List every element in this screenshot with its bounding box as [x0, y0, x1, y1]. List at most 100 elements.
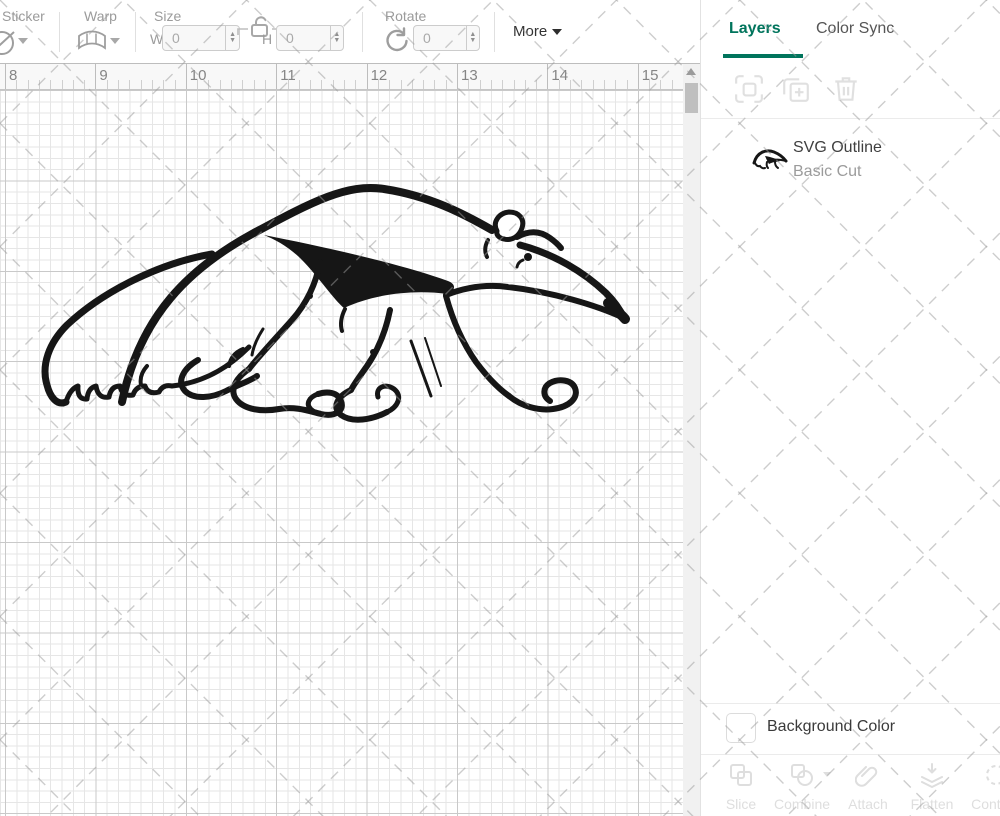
height-stepper[interactable]: ▲▼	[330, 26, 343, 50]
ruler-minor-tick	[175, 80, 176, 89]
duplicate-icon[interactable]	[781, 74, 811, 104]
attach-button[interactable]: Attach	[833, 762, 903, 812]
ruler: 89101112131415	[0, 64, 683, 90]
scroll-up-arrow-icon[interactable]	[686, 68, 696, 75]
slice-button[interactable]: Slice	[706, 762, 776, 812]
ruler-minor-tick	[344, 80, 345, 89]
tab-layers[interactable]: Layers	[729, 20, 781, 38]
combine-dropdown-caret[interactable]	[823, 772, 831, 777]
flatten-label: Flatten	[897, 796, 967, 812]
ruler-minor-tick	[231, 80, 232, 89]
ruler-minor-tick	[514, 80, 515, 89]
toolbar-divider	[362, 12, 363, 52]
layer-tools-row	[701, 74, 1000, 108]
ruler-minor-tick	[525, 80, 526, 89]
rotate-stepper[interactable]: ▲▼	[466, 26, 479, 50]
warp-banner-icon[interactable]	[77, 29, 107, 53]
scrollbar-thumb[interactable]	[685, 83, 698, 113]
vertical-scrollbar[interactable]	[683, 64, 700, 816]
ruler-minor-tick	[480, 80, 481, 89]
ruler-minor-tick	[570, 80, 571, 89]
ruler-minor-tick	[163, 80, 164, 89]
ruler-minor-tick	[333, 80, 334, 89]
ruler-inch-tick	[457, 64, 458, 90]
background-color-swatch[interactable]	[726, 713, 756, 743]
contour-button[interactable]: Contour	[961, 762, 1000, 812]
layer-item[interactable]: SVG Outline Basic Cut	[701, 130, 1000, 188]
ruler-minor-tick	[536, 80, 537, 89]
slice-label: Slice	[706, 796, 776, 812]
ruler-minor-tick	[50, 80, 51, 89]
panel-divider	[701, 118, 1000, 119]
layer-title: SVG Outline	[793, 139, 882, 157]
ruler-inch-tick	[547, 64, 548, 90]
ruler-inch-tick	[638, 64, 639, 90]
ruler-inch-tick	[186, 64, 187, 90]
anteater-artwork[interactable]	[0, 90, 683, 816]
ruler-minor-tick	[491, 80, 492, 89]
sticker-dropdown-caret[interactable]	[18, 38, 28, 44]
layer-cut-type: Basic Cut	[793, 163, 861, 181]
ruler-minor-tick	[220, 80, 221, 89]
ruler-minor-tick	[299, 80, 300, 89]
ruler-minor-tick	[593, 80, 594, 89]
edit-toolbar: Sticker Warp Size W ▲▼	[0, 0, 700, 64]
ruler-minor-tick	[672, 80, 673, 89]
design-canvas[interactable]	[0, 90, 683, 816]
width-input-group: ▲▼	[162, 25, 240, 51]
attach-label: Attach	[833, 796, 903, 812]
height-input[interactable]	[277, 26, 330, 50]
ruler-inch-tick	[276, 64, 277, 90]
ruler-minor-tick	[118, 80, 119, 89]
ruler-number: 14	[551, 67, 568, 84]
contour-label: Contour	[961, 796, 1000, 812]
ruler-minor-tick	[446, 80, 447, 89]
group-icon[interactable]	[734, 74, 764, 104]
ruler-number: 11	[280, 67, 296, 84]
ruler-minor-tick	[401, 80, 402, 89]
ruler-minor-tick	[321, 80, 322, 89]
width-input[interactable]	[163, 26, 225, 50]
combine-button[interactable]: Combine	[767, 762, 837, 812]
slice-icon	[728, 762, 754, 788]
height-label: H	[262, 31, 272, 47]
ruler-number: 13	[461, 67, 478, 84]
ruler-minor-tick	[129, 80, 130, 89]
attach-icon	[855, 762, 881, 788]
ruler-minor-tick	[660, 80, 661, 89]
ruler-minor-tick	[604, 80, 605, 89]
toolbar-divider	[59, 12, 60, 52]
canvas-column: Sticker Warp Size W ▲▼	[0, 0, 700, 816]
ruler-minor-tick	[615, 80, 616, 89]
warp-dropdown-caret[interactable]	[110, 38, 120, 44]
layer-thumbnail-anteater	[751, 146, 789, 172]
rotate-arrow-icon[interactable]	[383, 27, 409, 53]
size-section-label: Size	[154, 8, 181, 24]
tab-color-sync[interactable]: Color Sync	[816, 20, 894, 38]
design-app-window: Sticker Warp Size W ▲▼	[0, 0, 1000, 816]
ruler-minor-tick	[627, 80, 628, 89]
toolbar-divider	[494, 12, 495, 52]
ruler-number: 8	[9, 67, 17, 84]
rotate-input[interactable]	[414, 26, 466, 50]
rotate-section-label: Rotate	[385, 8, 426, 24]
rotate-input-group: ▲▼	[413, 25, 480, 51]
ruler-minor-tick	[355, 80, 356, 89]
ruler-minor-tick	[310, 80, 311, 89]
flatten-button[interactable]: Flatten	[897, 762, 967, 812]
ruler-number: 12	[371, 67, 388, 84]
ruler-minor-tick	[62, 80, 63, 89]
ruler-minor-tick	[84, 80, 85, 89]
background-color-label: Background Color	[767, 718, 895, 736]
toolbar-divider	[135, 12, 136, 52]
ruler-minor-tick	[152, 80, 153, 89]
ruler-minor-tick	[581, 80, 582, 89]
delete-icon[interactable]	[831, 74, 861, 104]
background-color-row[interactable]: Background Color	[701, 704, 1000, 754]
ruler-number: 9	[99, 67, 107, 84]
more-dropdown-caret[interactable]	[552, 29, 562, 35]
more-menu-button[interactable]: More	[513, 23, 547, 40]
flatten-icon	[919, 762, 945, 788]
ruler-minor-tick	[389, 80, 390, 89]
ruler-minor-tick	[502, 80, 503, 89]
